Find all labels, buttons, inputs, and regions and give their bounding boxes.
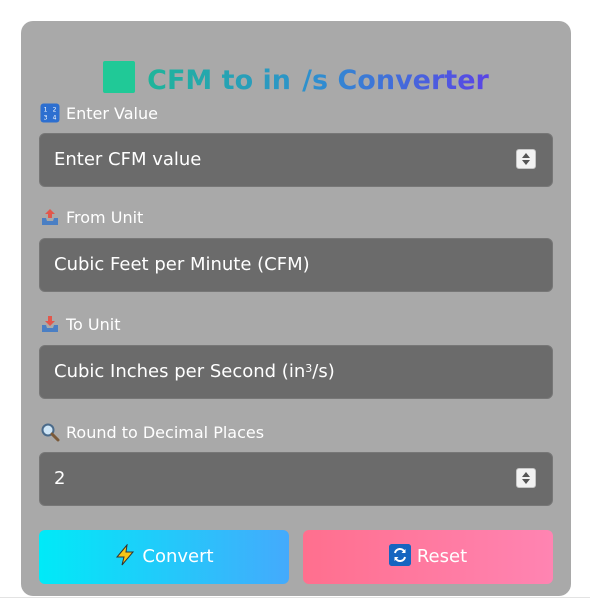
title-text: CFM to in3/s Converter: [147, 65, 489, 96]
svg-text:3: 3: [44, 115, 48, 122]
to-unit-label-text: To Unit: [66, 315, 121, 334]
bottom-divider: [0, 597, 590, 598]
decimals-input[interactable]: 2: [39, 452, 553, 506]
refresh-icon: [388, 544, 411, 566]
from-unit-label: From Unit: [40, 206, 143, 230]
reset-button-label: Reset: [416, 546, 468, 567]
lightning-icon: [114, 543, 136, 566]
svg-text:2: 2: [53, 107, 57, 114]
spinner-up-icon[interactable]: [522, 472, 530, 477]
enter-value-label: 1 2 3 4 Enter Value: [40, 102, 158, 126]
spinner-down-icon[interactable]: [522, 479, 530, 484]
decimals-label-text: Round to Decimal Places: [66, 423, 265, 442]
from-unit-selected: Cubic Feet per Minute (CFM): [54, 254, 310, 275]
svg-text:4: 4: [53, 115, 57, 122]
decimals-spinner[interactable]: [516, 468, 536, 488]
to-unit-selected: Cubic Inches per Second (in3/s): [54, 361, 335, 382]
value-spinner[interactable]: [516, 149, 536, 169]
green-square-icon: [103, 61, 136, 93]
reset-button[interactable]: Reset: [303, 530, 553, 584]
from-unit-label-text: From Unit: [66, 208, 144, 227]
numbers-keycap-icon: 1 2 3 4: [40, 103, 60, 123]
svg-text:1: 1: [44, 107, 48, 114]
to-unit-label: To Unit: [40, 313, 121, 337]
to-unit-select[interactable]: Cubic Inches per Second (in3/s): [39, 345, 553, 399]
convert-button[interactable]: Convert: [39, 530, 289, 584]
value-input[interactable]: Enter CFM value: [39, 133, 553, 187]
decimals-label: Round to Decimal Places: [40, 421, 264, 445]
spinner-up-icon[interactable]: [522, 153, 530, 158]
page-title: CFM to in3/s Converter: [21, 61, 571, 99]
outbox-tray-icon: [40, 207, 60, 227]
inbox-tray-icon: [40, 314, 60, 334]
decimals-value: 2: [54, 468, 66, 489]
spinner-down-icon[interactable]: [522, 160, 530, 165]
magnifier-icon: [40, 422, 60, 442]
convert-button-label: Convert: [142, 546, 214, 567]
from-unit-select[interactable]: Cubic Feet per Minute (CFM): [39, 238, 553, 292]
value-input-placeholder: Enter CFM value: [54, 149, 202, 170]
enter-value-label-text: Enter Value: [66, 104, 158, 123]
converter-card: CFM to in3/s Converter 1 2 3 4 Enter Val…: [21, 21, 571, 596]
